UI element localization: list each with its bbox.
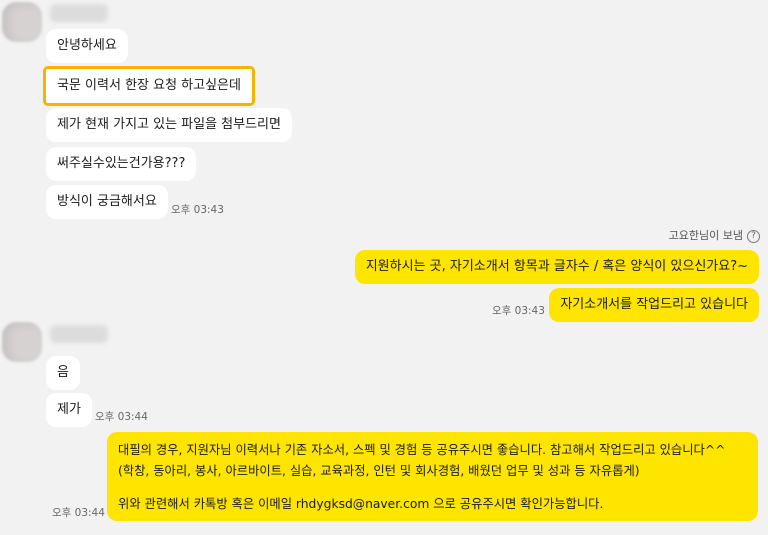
message-bubble[interactable]: 안녕하세요 [46, 29, 128, 63]
help-icon[interactable]: ? [747, 229, 760, 243]
sender-name-blurred [50, 4, 108, 22]
message-bubble[interactable]: 제가 [46, 393, 92, 427]
message-text: 음 [57, 365, 69, 380]
message-bubble-highlighted[interactable]: 국문 이력서 한장 요청 하고싶은데 [43, 66, 255, 106]
message-timestamp: 오후 03:43 [171, 204, 224, 216]
sender-name-blurred [50, 325, 108, 343]
message-bubble-own[interactable]: 지원하시는 곳, 자기소개서 항목과 글자수 / 혹은 양식이 있으신가요?~ [354, 250, 759, 284]
message-bubble[interactable]: 음 [46, 356, 80, 390]
sender-avatar[interactable] [2, 322, 42, 362]
message-timestamp: 오후 03:44 [95, 411, 148, 423]
message-text: 국문 이력서 한장 요청 하고싶은데 [57, 78, 241, 93]
message-bubble[interactable]: 제가 현재 가지고 있는 파일을 첨부드리면 [46, 108, 292, 142]
message-text: 제가 현재 가지고 있는 파일을 첨부드리면 [57, 117, 281, 132]
message-text-line: 위와 관련해서 카톡방 혹은 이메일 rhdygksd@naver.com 으로… [118, 497, 604, 511]
sent-by-label: 고요한님이 보냄? [669, 227, 760, 243]
message-text: 방식이 궁금해서요 [57, 194, 157, 209]
message-text: 제가 [57, 402, 81, 417]
message-bubble[interactable]: 써주실수있는건가용??? [46, 147, 197, 181]
message-text-line: (학창, 동아리, 봉사, 아르바이트, 실습, 교육과정, 인턴 및 회사경험… [118, 464, 640, 478]
message-text: 안녕하세요 [57, 38, 117, 53]
message-text: 써주실수있는건가용??? [57, 156, 186, 171]
sender-avatar[interactable] [2, 2, 42, 42]
message-text: 자기소개서를 작업드리고 있습니다 [560, 297, 748, 312]
message-bubble-own[interactable]: 자기소개서를 작업드리고 있습니다 [549, 288, 759, 322]
message-bubble-own-long[interactable]: 대필의 경우, 지원자님 이력서나 기존 자소서, 스펙 및 경험 등 공유주시… [107, 432, 758, 521]
message-timestamp: 오후 03:44 [52, 507, 105, 519]
message-text: 지원하시는 곳, 자기소개서 항목과 글자수 / 혹은 양식이 있으신가요?~ [365, 259, 748, 274]
sent-by-text: 고요한님이 보냄 [668, 229, 743, 242]
message-timestamp: 오후 03:43 [492, 305, 545, 317]
message-bubble[interactable]: 방식이 궁금해서요 [46, 185, 168, 219]
message-text-line: 대필의 경우, 지원자님 이력서나 기존 자소서, 스펙 및 경험 등 공유주시… [118, 443, 726, 457]
